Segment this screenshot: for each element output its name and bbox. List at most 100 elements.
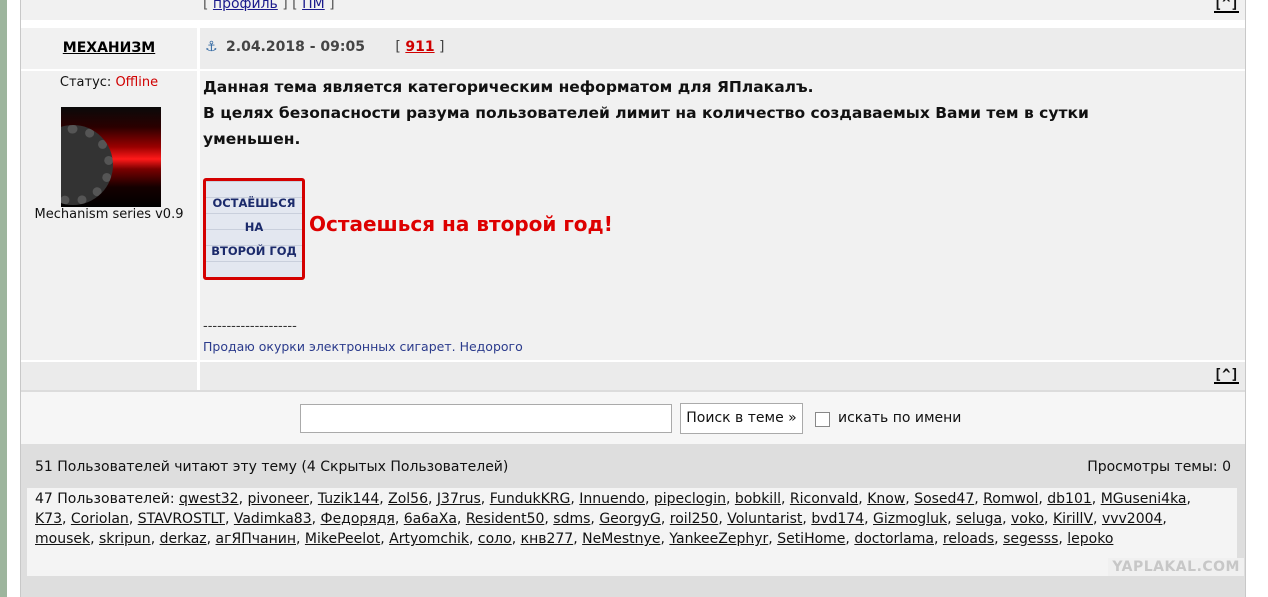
user-link[interactable]: NeMestnye: [582, 531, 660, 547]
user-link[interactable]: Tuzik144: [318, 491, 379, 507]
topic-search-input[interactable]: [300, 404, 672, 433]
user-link[interactable]: qwest32: [179, 491, 239, 507]
to-top-button[interactable]: [^]: [1213, 368, 1239, 384]
user-separator: ,: [1093, 511, 1102, 527]
user-link[interactable]: bobkill: [735, 491, 781, 507]
readers-list: 47 Пользователей: qwest32, pivoneer, Tuz…: [27, 488, 1237, 576]
user-link[interactable]: roil250: [670, 511, 719, 527]
user-separator: ,: [394, 511, 404, 527]
user-link[interactable]: Know: [867, 491, 905, 507]
user-link[interactable]: YankeeZephyr: [669, 531, 768, 547]
column-divider: [197, 28, 200, 69]
user-link[interactable]: sdms: [553, 511, 590, 527]
user-separator: ,: [62, 511, 71, 527]
user-link[interactable]: GeorgyG: [599, 511, 661, 527]
column-divider: [197, 362, 200, 390]
user-separator: ,: [380, 531, 390, 547]
post-image[interactable]: ОСТАЁШЬСЯ НА ВТОРОЙ ГОД: [203, 178, 305, 280]
search-by-name-checkbox[interactable]: [815, 412, 830, 427]
post-text-line-2: В целях безопасности разума пользователе…: [203, 104, 1089, 122]
post-gap: [21, 20, 1245, 28]
user-link[interactable]: Zol56: [388, 491, 428, 507]
user-separator: ,: [1162, 511, 1167, 527]
user-link[interactable]: Romwol: [983, 491, 1038, 507]
topic-search-button[interactable]: Поиск в теме »: [680, 403, 803, 434]
user-link[interactable]: STAVROSTLT: [138, 511, 225, 527]
image-text-line-1: ОСТАЁШЬСЯ: [212, 196, 296, 210]
user-separator: ,: [644, 491, 654, 507]
user-separator: ,: [224, 511, 234, 527]
column-divider: [197, 71, 200, 360]
user-link[interactable]: mousek: [35, 531, 90, 547]
user-separator: ,: [206, 531, 216, 547]
anchor-icon[interactable]: ⚓: [205, 39, 218, 55]
user-link[interactable]: skripun: [99, 531, 151, 547]
status-value: Offline: [115, 75, 159, 90]
user-link[interactable]: segesss: [1003, 531, 1058, 547]
user-separator: ,: [428, 491, 437, 507]
user-link[interactable]: doctorlama: [854, 531, 934, 547]
user-link[interactable]: pivoneer: [247, 491, 308, 507]
readers-summary: 51 Пользователей читают эту тему (4 Скры…: [35, 459, 509, 475]
post-rating[interactable]: 911: [405, 39, 434, 55]
user-link[interactable]: соло: [478, 531, 512, 547]
user-separator: ,: [590, 511, 600, 527]
user-link[interactable]: Artyomchik: [389, 531, 469, 547]
user-link[interactable]: pipeclogin: [654, 491, 726, 507]
user-link[interactable]: Gizmogluk: [873, 511, 947, 527]
user-link[interactable]: bvd174: [811, 511, 864, 527]
user-separator: ,: [1044, 511, 1053, 527]
post-text-line-3: уменьшен.: [203, 130, 301, 148]
post-meta: ⚓ 2.04.2018 - 09:05 [ 911 ]: [205, 39, 445, 55]
user-link[interactable]: Coriolan: [71, 511, 129, 527]
user-link[interactable]: seluga: [956, 511, 1002, 527]
user-link[interactable]: Vadimka83: [234, 511, 312, 527]
user-link[interactable]: Riconvald: [790, 491, 858, 507]
user-separator: ,: [1186, 491, 1191, 507]
user-separator: ,: [1091, 491, 1101, 507]
user-link[interactable]: Resident50: [466, 511, 545, 527]
user-link[interactable]: Федорядя: [321, 511, 395, 527]
user-separator: ,: [974, 491, 984, 507]
user-link[interactable]: агЯПчанин: [216, 531, 296, 547]
user-separator: ,: [511, 531, 521, 547]
user-link[interactable]: SetiHome: [777, 531, 845, 547]
user-link[interactable]: 6a6aXa: [404, 511, 457, 527]
user-link[interactable]: voko: [1011, 511, 1044, 527]
user-link[interactable]: vvv2004: [1102, 511, 1162, 527]
user-link[interactable]: FundukKRG: [490, 491, 571, 507]
user-link[interactable]: Sosed47: [914, 491, 974, 507]
user-separator: ,: [480, 491, 490, 507]
user-link[interactable]: кнв277: [521, 531, 574, 547]
profile-link[interactable]: профиль: [213, 0, 278, 12]
topic-views: Просмотры темы: 0: [1087, 459, 1231, 475]
post-header: МЕХАНИЗМ ⚓ 2.04.2018 - 09:05 [ 911 ]: [21, 28, 1245, 69]
user-link[interactable]: Innuendo: [579, 491, 645, 507]
signature-divider: --------------------: [203, 319, 297, 334]
user-link[interactable]: MGuseni4ka: [1101, 491, 1187, 507]
user-separator: ,: [456, 511, 466, 527]
to-top-button[interactable]: [^]: [1213, 0, 1239, 13]
user-link[interactable]: db101: [1047, 491, 1092, 507]
user-avatar[interactable]: [61, 107, 161, 207]
author-cell: МЕХАНИЗМ: [21, 28, 197, 69]
user-link[interactable]: derkaz: [160, 531, 207, 547]
user-link[interactable]: Voluntarist: [727, 511, 802, 527]
user-separator: ,: [308, 491, 318, 507]
profile-pm-links: [ профиль ] [ ПМ ]: [203, 0, 335, 12]
user-title: Mechanism series v0.9: [34, 207, 184, 222]
user-link[interactable]: lepoko: [1067, 531, 1113, 547]
user-info-panel: Статус: Offline Mechanism series v0.9: [21, 71, 197, 360]
user-separator: ,: [379, 491, 389, 507]
user-link[interactable]: MikePeelot: [305, 531, 380, 547]
author-name[interactable]: МЕХАНИЗМ: [21, 40, 197, 56]
user-link[interactable]: KirillV: [1053, 511, 1093, 527]
user-link[interactable]: J37rus: [437, 491, 481, 507]
post-content: Данная тема является категорическим нефо…: [203, 74, 1233, 152]
user-separator: ,: [660, 511, 670, 527]
left-decor-stripe: [0, 0, 7, 597]
pm-link[interactable]: ПМ: [302, 0, 325, 12]
user-separator: ,: [845, 531, 855, 547]
user-link[interactable]: K73: [35, 511, 62, 527]
user-link[interactable]: reloads: [943, 531, 994, 547]
